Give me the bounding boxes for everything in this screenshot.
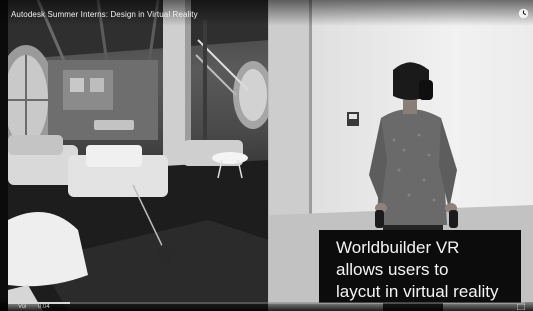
settings-icon[interactable] [517,304,525,310]
vr-scene-illustration [8,0,269,311]
caption-box: Worldbuilder VR allows users to laycut i… [319,230,521,303]
elapsed-time: 0:04 [38,304,50,310]
caption-line-3: laycut in virtual reality [336,282,499,301]
video-player[interactable]: Autodesk Summer Interns: Design in Virtu… [0,0,533,311]
video-title[interactable]: Autodesk Summer Interns: Design in Virtu… [11,10,198,19]
volume-label[interactable]: Vol [18,304,26,310]
caption-line-1: Worldbuilder VR [336,238,460,257]
video-left-edge [0,0,8,311]
vr-render-view [8,0,269,311]
seek-bar[interactable] [8,302,525,304]
clock-icon[interactable] [518,8,529,19]
caption-line-2: allows users to [336,260,449,279]
